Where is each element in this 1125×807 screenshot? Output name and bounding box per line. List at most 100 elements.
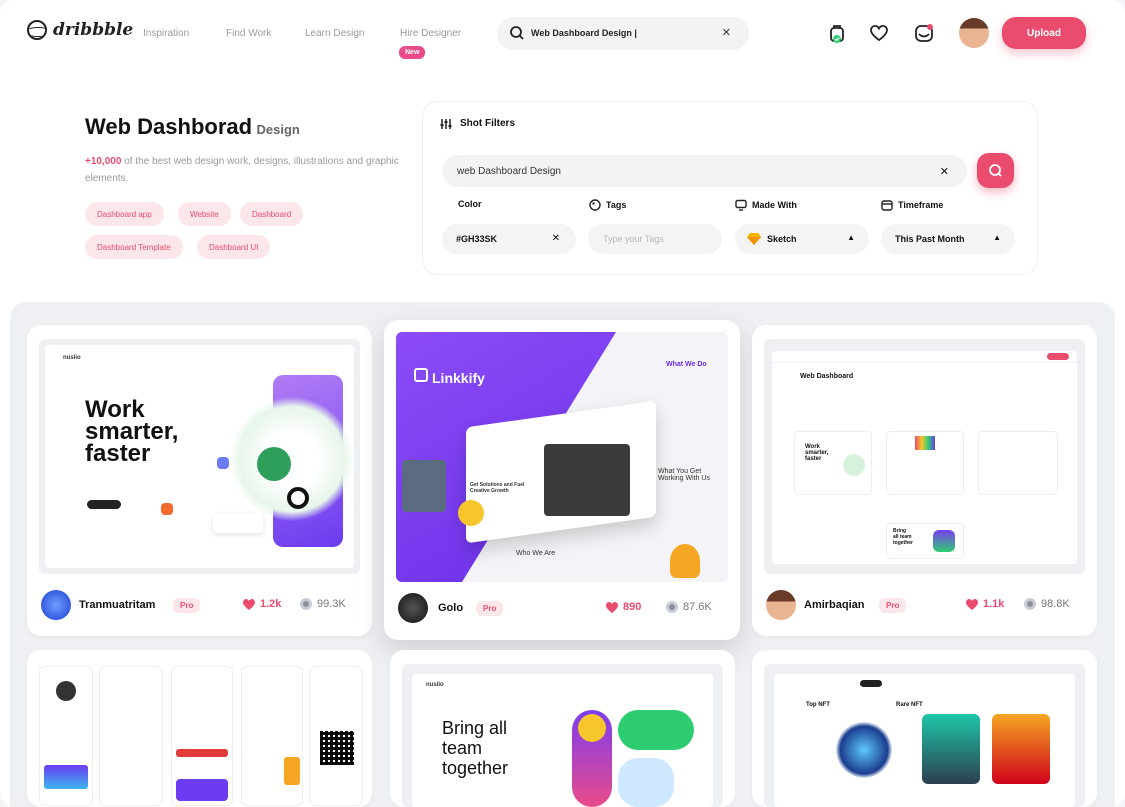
pro-badge: Pro — [879, 598, 907, 613]
author-name[interactable]: Amirbaqian — [804, 599, 865, 611]
chip-dashboard[interactable]: Dashboard — [240, 202, 304, 226]
thumb-avatar — [56, 681, 76, 701]
sliders-icon — [440, 118, 452, 129]
shot-thumbnail[interactable]: Linkkify What We Do Get Solutions and Fu… — [396, 332, 728, 582]
thumb-orange-card — [284, 757, 300, 785]
shot-filters-header: Shot Filters — [440, 118, 515, 129]
likes-count[interactable]: 1.2k — [243, 598, 281, 610]
dribbble-page: dribbble Inspiration Find Work Learn Des… — [0, 0, 1125, 807]
top-search-input[interactable]: Web Dashboard Design | ✕ — [497, 17, 749, 50]
chip-dashboard-template[interactable]: Dashboard Template — [85, 235, 183, 259]
nav-learn-design[interactable]: Learn Design — [305, 28, 364, 39]
shot-card[interactable]: nuslio Bring all team together — [390, 650, 735, 807]
color-field[interactable]: #GH33SK ✕ — [442, 224, 576, 254]
timeframe-select[interactable]: This Past Month ▲ — [881, 224, 1015, 254]
thumb-photo — [544, 444, 630, 516]
upload-button[interactable]: Upload — [1002, 17, 1086, 49]
mini-art — [933, 530, 955, 552]
clear-color-icon[interactable]: ✕ — [552, 233, 560, 244]
nav-find-work[interactable]: Find Work — [226, 28, 271, 39]
chip-dashboard-app[interactable]: Dashboard app — [85, 202, 164, 226]
thumb-nft-orb — [836, 722, 892, 778]
heart-icon[interactable] — [868, 22, 890, 44]
inbox-icon[interactable] — [913, 22, 935, 44]
shot-card[interactable]: Web Dashboard Work smarter, faster Bring — [752, 325, 1097, 636]
clear-filter-icon[interactable]: ✕ — [940, 165, 949, 178]
thumb-node — [161, 503, 173, 515]
filter-search-input[interactable]: web Dashboard Design ✕ — [442, 155, 967, 187]
likes-count[interactable]: 1.1k — [966, 598, 1004, 610]
shot-meta: Golo Pro 890 87.6K — [384, 588, 740, 628]
thumb-cta — [87, 500, 121, 509]
tag-icon — [589, 199, 601, 211]
thumb-nft-card — [922, 714, 980, 784]
views-value: 87.6K — [683, 601, 712, 613]
qr-code-icon — [320, 731, 354, 765]
author-name[interactable]: Golo — [438, 602, 463, 614]
likes-value: 1.1k — [983, 598, 1005, 610]
thumb-mini-card — [978, 431, 1058, 495]
thumb-circle — [287, 487, 309, 509]
monitor-icon — [735, 199, 747, 211]
heart-icon — [966, 598, 978, 610]
timeframe-value: This Past Month — [895, 234, 965, 244]
author-avatar[interactable] — [766, 590, 796, 620]
description-text: of the best web design work, designs, il… — [85, 156, 399, 184]
top-search-value: Web Dashboard Design | — [531, 28, 637, 38]
heart-icon — [243, 598, 255, 610]
dribbble-ball-icon — [27, 20, 47, 40]
shopping-bag-icon[interactable] — [826, 22, 848, 44]
shot-card[interactable]: Linkkify What We Do Get Solutions and Fu… — [384, 320, 740, 640]
new-badge: New — [399, 46, 426, 59]
made-with-label: Made With — [735, 199, 797, 211]
thumb-phone — [99, 666, 163, 806]
link-icon — [414, 368, 428, 382]
color-value: #GH33SK — [456, 234, 498, 244]
thumb-text-c: Who We Are — [516, 550, 556, 557]
thumb-mini-card: Bring all team together — [886, 523, 964, 559]
headline-line: together — [442, 758, 509, 778]
clear-search-icon[interactable]: ✕ — [722, 26, 731, 39]
headline-line: Bring all — [442, 718, 508, 738]
chip-website[interactable]: Website — [178, 202, 231, 226]
thumb-card-art — [44, 765, 88, 789]
page-title-main: Web Dashborad — [85, 114, 253, 139]
thumb-text-b: What You Get Working With Us — [658, 468, 710, 482]
timeframe-label-text: Timeframe — [898, 200, 944, 210]
mini-line: together — [893, 540, 913, 546]
nav-hire-designer[interactable]: Hire Designer — [400, 28, 461, 39]
thumb-phone — [39, 666, 93, 806]
shot-thumbnail[interactable] — [35, 660, 365, 807]
likes-count[interactable]: 890 — [606, 601, 641, 613]
mini-palette — [915, 436, 935, 450]
author-avatar[interactable] — [41, 590, 71, 620]
nav-inspiration[interactable]: Inspiration — [143, 28, 189, 39]
pro-badge: Pro — [173, 598, 201, 613]
shot-card[interactable] — [27, 650, 372, 807]
thumb-brand: nuslio — [426, 682, 444, 688]
color-label-text: Color — [458, 199, 482, 209]
thumb-photo — [402, 460, 446, 512]
author-avatar[interactable] — [398, 593, 428, 623]
emoji-icon — [578, 714, 606, 742]
shot-thumbnail[interactable]: nuslio Bring all team together — [402, 664, 723, 807]
user-avatar[interactable] — [959, 18, 989, 48]
made-with-select[interactable]: Sketch ▲ — [735, 224, 869, 254]
shot-thumbnail[interactable]: Top NFT Rare NFT — [764, 664, 1085, 807]
filter-search-button[interactable] — [977, 153, 1014, 188]
mini-line: faster — [805, 456, 822, 462]
author-name[interactable]: Tranmuatritam — [79, 599, 155, 611]
tags-input[interactable]: Type your Tags — [588, 224, 722, 254]
thumb-canvas: nuslio Bring all team together — [412, 674, 713, 807]
thumb-brand: Linkkify — [432, 370, 485, 386]
logo-text: dribbble — [53, 20, 134, 40]
shot-card[interactable]: Top NFT Rare NFT — [752, 650, 1097, 807]
shot-thumbnail[interactable]: nuslio Work smarter, faster — [39, 339, 360, 574]
chip-dashboard-ui[interactable]: Dashboard UI — [197, 235, 271, 259]
thumb-bar-chart — [213, 513, 263, 533]
shot-meta: Tranmuatritam Pro 1.2k 99.3K — [27, 585, 372, 625]
dribbble-logo[interactable]: dribbble — [27, 20, 133, 40]
views-value: 99.3K — [317, 598, 346, 610]
shot-thumbnail[interactable]: Web Dashboard Work smarter, faster Bring — [764, 339, 1085, 574]
shot-card[interactable]: nuslio Work smarter, faster Tranmuatrita… — [27, 325, 372, 636]
